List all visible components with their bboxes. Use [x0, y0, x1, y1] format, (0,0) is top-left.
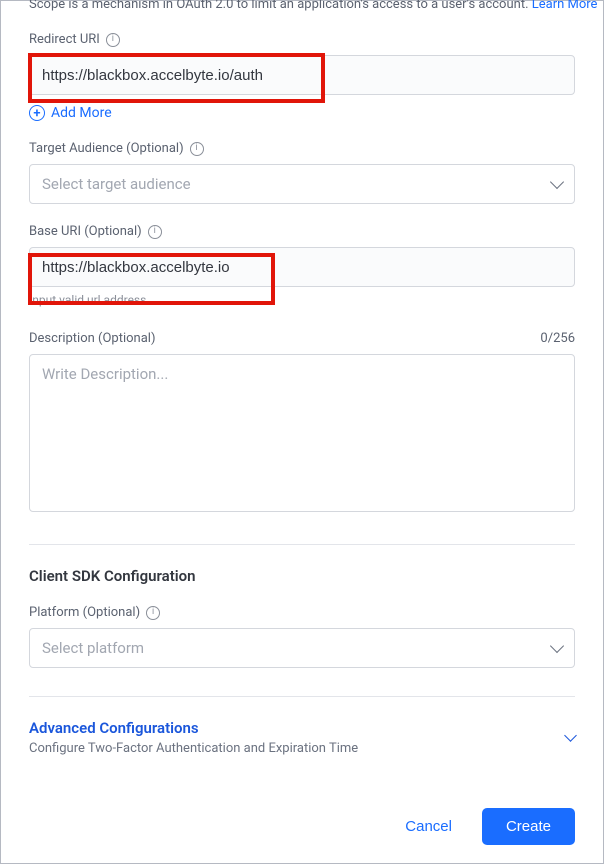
- divider: [29, 544, 575, 545]
- advanced-config-toggle[interactable]: Advanced Configurations Configure Two-Fa…: [29, 719, 575, 756]
- description-counter: 0/256: [540, 331, 575, 346]
- redirect-uri-group: Redirect URI i + Add More: [29, 32, 575, 121]
- advanced-config-title: Advanced Configurations: [29, 719, 358, 737]
- form-dialog: Scope is a mechanism in OAuth 2.0 to lim…: [0, 0, 604, 864]
- cancel-button[interactable]: Cancel: [387, 808, 470, 845]
- divider: [29, 696, 575, 697]
- chevron-down-icon: [564, 729, 577, 742]
- redirect-uri-label: Redirect URI: [29, 32, 100, 47]
- plus-circle-icon: +: [29, 105, 45, 121]
- info-icon[interactable]: i: [148, 225, 162, 239]
- description-textarea[interactable]: [29, 354, 575, 512]
- scope-help-text: Scope is a mechanism in OAuth 2.0 to lim…: [29, 0, 575, 12]
- sdk-config-title: Client SDK Configuration: [29, 567, 575, 585]
- platform-select[interactable]: Select platform: [29, 628, 575, 668]
- base-uri-label: Base URI (Optional): [29, 224, 142, 239]
- target-audience-label: Target Audience (Optional): [29, 141, 184, 156]
- add-more-label: Add More: [51, 105, 112, 121]
- chevron-down-icon: [550, 639, 564, 653]
- info-icon[interactable]: i: [106, 33, 120, 47]
- dialog-footer: Cancel Create: [387, 808, 575, 845]
- base-uri-group: Base URI (Optional) i Input valid url ad…: [29, 224, 575, 307]
- target-audience-group: Target Audience (Optional) i Select targ…: [29, 141, 575, 204]
- target-audience-placeholder: Select target audience: [42, 175, 191, 193]
- description-group: Description (Optional) 0/256: [29, 331, 575, 516]
- redirect-uri-input[interactable]: [29, 55, 575, 95]
- sdk-config-section: Client SDK Configuration Platform (Optio…: [29, 567, 575, 668]
- add-more-button[interactable]: + Add More: [29, 105, 575, 121]
- platform-placeholder: Select platform: [42, 639, 144, 657]
- advanced-config-subtitle: Configure Two-Factor Authentication and …: [29, 741, 358, 756]
- platform-label: Platform (Optional): [29, 605, 140, 620]
- info-icon[interactable]: i: [190, 142, 204, 156]
- target-audience-select[interactable]: Select target audience: [29, 164, 575, 204]
- description-label: Description (Optional): [29, 331, 156, 346]
- base-uri-hint: Input valid url address: [29, 293, 575, 307]
- learn-more-link[interactable]: Learn More: [532, 0, 598, 12]
- chevron-down-icon: [550, 175, 564, 189]
- info-icon[interactable]: i: [146, 606, 160, 620]
- base-uri-input[interactable]: [29, 247, 575, 287]
- create-button[interactable]: Create: [482, 808, 575, 845]
- scope-text: Scope is a mechanism in OAuth 2.0 to lim…: [29, 0, 529, 12]
